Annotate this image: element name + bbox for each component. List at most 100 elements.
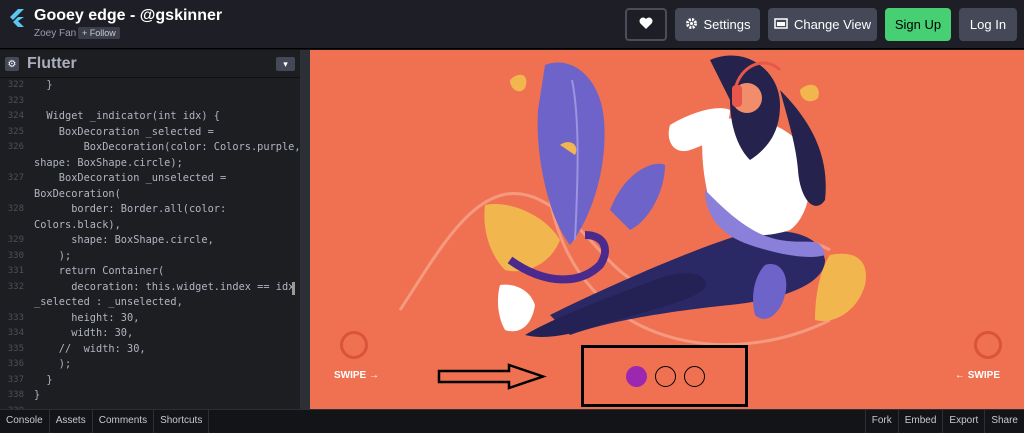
indicator-dot[interactable] <box>684 366 705 387</box>
code-text: ); <box>34 249 72 262</box>
code-line[interactable]: 333 height: 30, <box>0 311 300 327</box>
line-number: 323 <box>7 95 24 106</box>
line-number: 337 <box>7 374 24 385</box>
swipe-right-label[interactable]: ← SWIPE <box>955 370 1000 381</box>
layout-icon <box>774 17 788 32</box>
code-line[interactable]: BoxDecoration( <box>0 187 300 203</box>
line-number: 334 <box>7 328 24 338</box>
code-text: BoxDecoration( <box>34 187 121 200</box>
code-line[interactable]: 327 BoxDecoration _unselected = <box>0 171 300 187</box>
code-lines[interactable]: 322 } 323 324 Widget _indicator(int idx) {… <box>0 78 300 409</box>
preview-pane[interactable]: SWIPE → ← SWIPE <box>310 50 1024 409</box>
code-text: BoxDecoration(color: Colors.purple, <box>34 141 300 153</box>
code-editor[interactable]: ⚙ Flutter ▾ 322 } 323 324 Widget _indicato… <box>0 50 300 409</box>
code-line[interactable]: shape: BoxShape.circle); <box>0 156 300 172</box>
code-text: width: 30, <box>34 327 134 339</box>
share-tab[interactable]: Share <box>984 410 1024 433</box>
editor-settings-icon[interactable]: ⚙ <box>5 57 19 71</box>
editor-scroll-marker[interactable] <box>292 282 295 295</box>
code-text: } <box>34 373 53 386</box>
line-number: 336 <box>7 359 24 369</box>
export-tab[interactable]: Export <box>942 410 984 433</box>
line-number: 328 <box>7 204 24 214</box>
code-line[interactable]: 326 BoxDecoration(color: Colors.purple, <box>0 140 300 156</box>
editor-title: Flutter <box>27 55 77 72</box>
line-number: 327 <box>7 173 24 183</box>
code-text: _selected : _unselected, <box>34 296 183 308</box>
code-line[interactable]: 332 decoration: this.widget.index == idx… <box>0 280 300 296</box>
swipe-left-label[interactable]: SWIPE → <box>334 370 379 381</box>
code-line[interactable]: 338} <box>0 388 300 404</box>
settings-label: Settings <box>703 17 751 32</box>
line-number: 332 <box>7 281 24 292</box>
code-line[interactable]: 323 <box>0 94 300 110</box>
pen-title: Gooey edge - @gskinner <box>34 7 223 24</box>
change-view-label: Change View <box>793 17 872 32</box>
fork-tab[interactable]: Fork <box>864 410 898 433</box>
code-line[interactable]: 324 Widget _indicator(int idx) { <box>0 109 300 125</box>
embed-tab[interactable]: Embed <box>897 410 943 433</box>
code-text: shape: BoxShape.circle); <box>34 156 183 169</box>
code-line[interactable]: 337 } <box>0 373 300 389</box>
code-text: } <box>34 389 41 401</box>
right-ring <box>974 331 1002 359</box>
left-ring <box>340 331 368 359</box>
line-number: 326 <box>7 142 24 152</box>
line-number: 329 <box>7 235 24 245</box>
line-number: 338 <box>7 390 24 400</box>
code-line[interactable]: 336 ); <box>0 357 300 373</box>
gear-icon <box>685 17 698 33</box>
top-bar: Gooey edge - @gskinner Zoey Fan + Follow… <box>0 0 1024 49</box>
log-in-button[interactable]: Log In <box>959 8 1017 41</box>
code-text: return Container( <box>34 265 165 277</box>
code-line[interactable]: 329 shape: BoxShape.circle, <box>0 233 300 249</box>
code-line[interactable]: 330 ); <box>0 249 300 265</box>
follow-button[interactable]: + Follow <box>78 27 120 39</box>
code-text: decoration: this.widget.index == idx ? <box>34 280 300 293</box>
code-text: shape: BoxShape.circle, <box>34 234 214 246</box>
code-text: Colors.black), <box>34 218 121 231</box>
change-view-button[interactable]: Change View <box>768 8 877 41</box>
line-number: 335 <box>7 343 24 354</box>
sign-up-button[interactable]: Sign Up <box>885 8 951 41</box>
code-line[interactable]: 335 // width: 30, <box>0 342 300 358</box>
code-text: Widget _indicator(int idx) { <box>34 110 220 122</box>
code-line[interactable]: _selected : _unselected, <box>0 295 300 311</box>
pane-resizer[interactable] <box>300 50 310 409</box>
settings-button[interactable]: Settings <box>675 8 760 41</box>
indicator-dot[interactable] <box>655 366 676 387</box>
console-tab[interactable]: Console <box>0 410 50 433</box>
author-name[interactable]: Zoey Fan <box>34 28 76 39</box>
code-line[interactable]: 331 return Container( <box>0 264 300 280</box>
code-line[interactable]: 325 BoxDecoration _selected = <box>0 125 300 141</box>
line-number: 331 <box>7 266 24 276</box>
line-number: 322 <box>7 80 24 90</box>
line-number: 333 <box>7 312 24 323</box>
code-text: ); <box>34 358 72 370</box>
code-line[interactable]: 322 } <box>0 78 300 94</box>
code-line[interactable]: 328 border: Border.all(color: <box>0 202 300 218</box>
chevron-down-icon[interactable]: ▾ <box>276 57 295 71</box>
line-number: 324 <box>7 111 24 121</box>
heart-icon <box>639 17 653 33</box>
code-text: // width: 30, <box>34 342 146 355</box>
code-text: BoxDecoration _unselected = <box>34 172 227 184</box>
code-text: } <box>34 79 53 91</box>
line-number: 330 <box>7 250 24 261</box>
bottom-bar: Console Assets Comments Shortcuts Fork E… <box>0 409 1024 433</box>
code-text: height: 30, <box>34 311 140 324</box>
assets-tab[interactable]: Assets <box>50 410 93 433</box>
code-text: BoxDecoration _selected = <box>34 125 214 138</box>
indicator-highlight-box <box>581 345 748 407</box>
flutter-logo-icon <box>7 8 27 28</box>
indicator-dot-selected[interactable] <box>626 366 647 387</box>
comments-tab[interactable]: Comments <box>93 410 155 433</box>
editor-header: ⚙ Flutter ▾ <box>0 50 300 78</box>
like-button[interactable] <box>625 8 667 41</box>
line-number: 325 <box>7 126 24 137</box>
code-text: border: Border.all(color: <box>34 203 227 215</box>
annotation-arrow-icon <box>437 363 547 390</box>
shortcuts-tab[interactable]: Shortcuts <box>154 410 210 433</box>
code-line[interactable]: 334 width: 30, <box>0 326 300 342</box>
code-line[interactable]: Colors.black), <box>0 218 300 234</box>
